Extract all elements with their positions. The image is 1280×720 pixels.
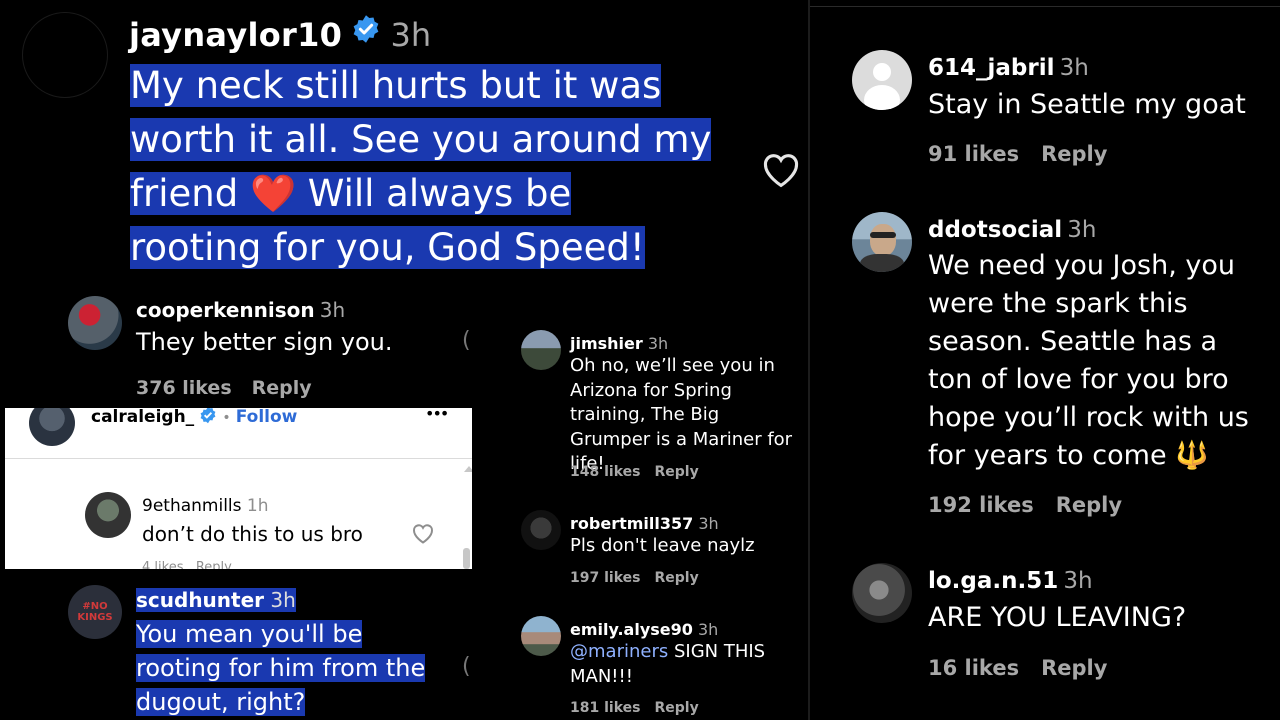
reply-meta-cropped: 4 likes Reply [142, 560, 232, 569]
follow-button[interactable]: Follow [236, 408, 298, 427]
avatar[interactable] [521, 616, 561, 656]
more-options-icon[interactable]: ••• [425, 408, 449, 423]
avatar-text: #NO KINGS [77, 601, 113, 623]
reply-button[interactable]: Reply [252, 377, 312, 399]
comment-header: ddotsocial 3h [928, 217, 1096, 243]
reply-text: don’t do this to us bro [142, 522, 363, 546]
comment-text: Oh no, we’ll see you in Arizona for Spri… [570, 355, 793, 474]
avatar[interactable] [521, 510, 561, 550]
comment-header: lo.ga.n.51 3h [928, 568, 1093, 594]
avatar[interactable] [852, 563, 912, 623]
avatar[interactable] [68, 296, 122, 350]
avatar[interactable] [852, 212, 912, 272]
likes-count[interactable]: 16 likes [928, 656, 1019, 680]
likes-count[interactable]: 148 likes [570, 464, 640, 480]
username[interactable]: cooperkennison [136, 298, 315, 322]
comment-actions: 148 likes Reply [570, 464, 699, 480]
likes-count[interactable]: 181 likes [570, 700, 640, 716]
username[interactable]: scudhunter [136, 588, 265, 612]
card-header: calraleigh_ • Follow [91, 408, 298, 428]
avatar[interactable]: #NO KINGS [68, 585, 122, 639]
scrollbar[interactable] [463, 548, 470, 569]
reply-button[interactable]: Reply [1041, 142, 1107, 166]
reply-button[interactable]: Reply [654, 570, 698, 586]
avatar[interactable] [85, 492, 131, 538]
username[interactable]: emily.alyse90 [570, 620, 693, 639]
comment-text: We need you Josh, you were the spark thi… [928, 250, 1249, 471]
comment-header: emily.alyse90 3h [570, 620, 718, 639]
comment-actions: 181 likes Reply [570, 700, 699, 716]
reply-button[interactable]: Reply [654, 464, 698, 480]
verified-badge-icon [199, 408, 217, 428]
comment-text: ARE YOU LEAVING? [928, 602, 1187, 633]
scroll-up-arrow-icon[interactable] [464, 466, 472, 472]
comment-line: rooting for him from the [136, 654, 426, 682]
verified-badge-icon [351, 14, 381, 48]
username[interactable]: ddotsocial [928, 217, 1062, 243]
comment-actions: 91 likes Reply [928, 142, 1107, 166]
username[interactable]: robertmill357 [570, 514, 693, 533]
timestamp: 3h [698, 514, 719, 533]
comment-header: scudhunter 3h [136, 588, 296, 612]
reply-button[interactable]: Reply [654, 700, 698, 716]
comment-text: My neck still hurts but it was worth it … [130, 59, 770, 275]
avatar[interactable] [852, 50, 912, 110]
comment-line: My neck still hurts but it was [130, 64, 662, 107]
timestamp: 3h [1063, 568, 1093, 594]
avatar[interactable] [22, 12, 108, 98]
comment-actions: 16 likes Reply [928, 656, 1107, 680]
comment-header: cooperkennison 3h [136, 298, 345, 322]
reply-button[interactable]: Reply [1041, 656, 1107, 680]
timestamp: 3h [319, 298, 346, 322]
username[interactable]: 614_jabril [928, 55, 1055, 81]
panel-top-border [810, 6, 1280, 7]
timestamp: 3h [390, 16, 432, 54]
comment-header: robertmill357 3h [570, 514, 719, 533]
comment-line: worth it all. See you around my [130, 118, 712, 161]
likes-count[interactable]: 376 likes [136, 377, 232, 399]
comment-text: @mariners SIGN THIS MAN!!! [570, 640, 805, 689]
comment-line: friend ❤️ Will always be [130, 172, 572, 215]
panel-divider [808, 0, 810, 720]
timestamp: 3h [264, 588, 296, 612]
heart-icon-cropped[interactable]: ( [462, 328, 471, 353]
username[interactable]: 9ethanmills [142, 496, 242, 516]
comment-header: jimshier 3h [570, 334, 668, 353]
timestamp: 3h [697, 620, 719, 639]
username[interactable]: jaynaylor10 [129, 16, 342, 54]
comment-text: Pls don't leave naylz [570, 535, 755, 556]
comment-text: You mean you'll be rooting for him from … [136, 618, 426, 720]
timestamp: 1h [246, 496, 269, 516]
comment-header: 614_jabril 3h [928, 55, 1089, 81]
comment-text: They better sign you. [136, 328, 393, 356]
comment-actions: 197 likes Reply [570, 570, 699, 586]
timestamp: 3h [647, 334, 669, 353]
reply-header: 9ethanmills 1h [142, 496, 269, 516]
embedded-screenshot-card: calraleigh_ • Follow ••• 9ethanmills 1h … [5, 408, 472, 569]
timestamp: 3h [1059, 55, 1089, 81]
divider [5, 458, 472, 459]
comment-actions: 376 likes Reply [136, 377, 312, 399]
username[interactable]: calraleigh_ [91, 408, 194, 427]
comment-actions: 192 likes Reply [928, 493, 1122, 517]
mention-link[interactable]: @mariners [570, 641, 668, 662]
likes-count[interactable]: 192 likes [928, 493, 1034, 517]
comment-header: jaynaylor10 3h [129, 14, 431, 54]
avatar[interactable] [29, 408, 75, 446]
heart-icon-cropped[interactable]: ( [462, 654, 471, 679]
avatar[interactable] [521, 330, 561, 370]
timestamp: 3h [1067, 217, 1097, 243]
reply-button[interactable]: Reply [1056, 493, 1122, 517]
comment-line: You mean you'll be [136, 620, 363, 648]
username[interactable]: lo.ga.n.51 [928, 568, 1058, 594]
comment-line: rooting for you, God Speed! [130, 226, 645, 269]
comment-text: Stay in Seattle my goat [928, 89, 1246, 120]
likes-count[interactable]: 91 likes [928, 142, 1019, 166]
like-heart-icon[interactable] [760, 150, 802, 192]
username[interactable]: jimshier [570, 334, 643, 353]
comment-line: dugout, right? [136, 688, 306, 716]
likes-count[interactable]: 197 likes [570, 570, 640, 586]
like-heart-icon[interactable] [411, 522, 435, 548]
